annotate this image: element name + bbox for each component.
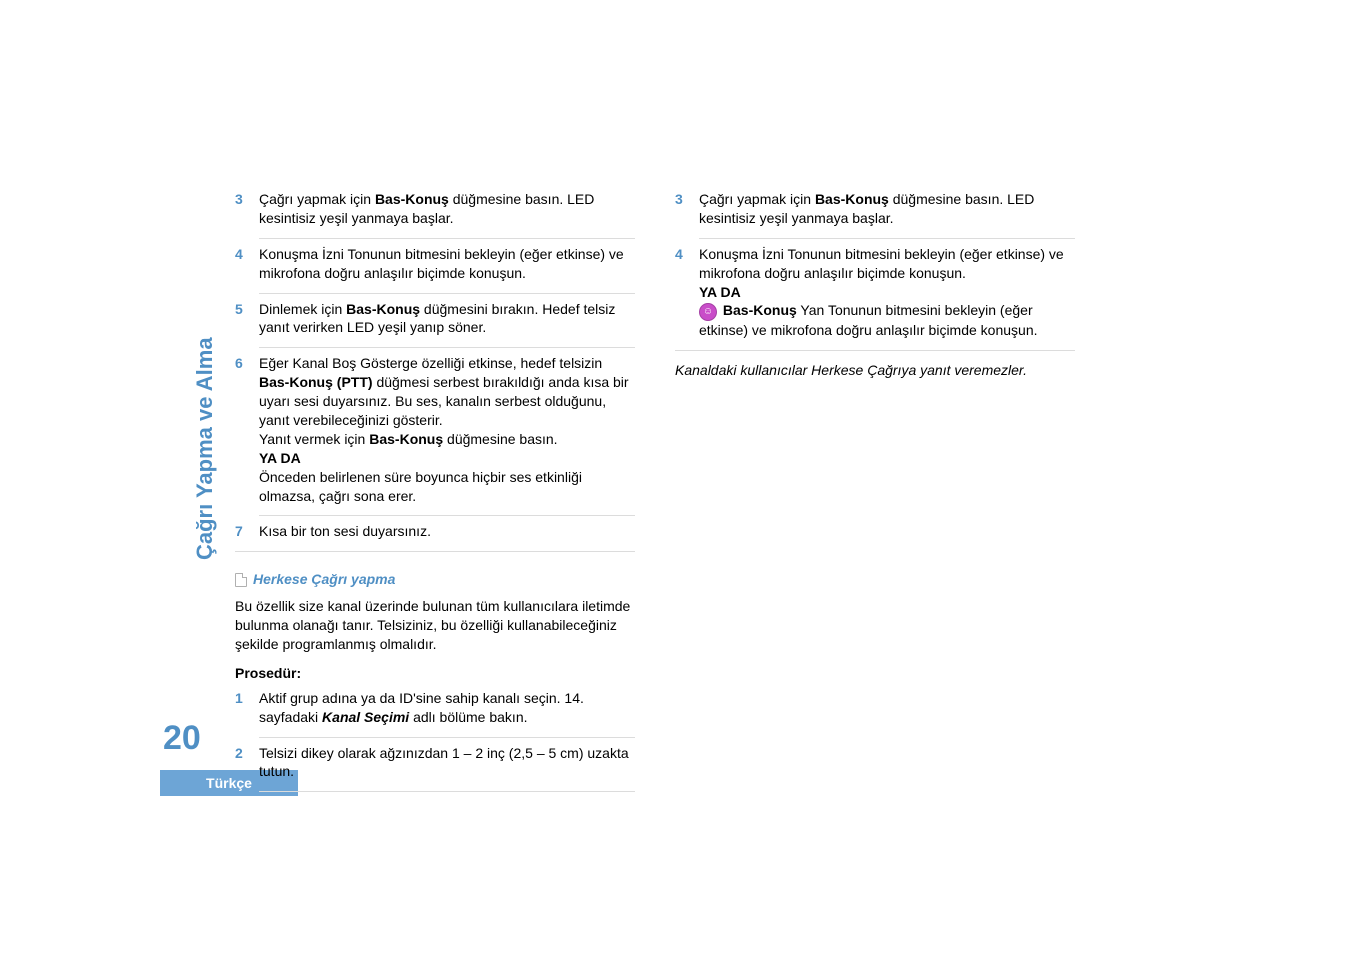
separator [259, 737, 635, 738]
step-text: Aktif grup adına ya da ID'sine sahip kan… [259, 689, 635, 727]
bold: Bas-Konuş [369, 431, 443, 447]
separator [259, 293, 635, 294]
procedure-label: Prosedür: [235, 664, 635, 683]
step-text: Çağrı yapmak için Bas-Konuş düğmesine ba… [259, 190, 635, 228]
separator [259, 515, 635, 516]
step-text: Çağrı yapmak için Bas-Konuş düğmesine ba… [699, 190, 1075, 228]
step-number: 5 [235, 300, 249, 338]
bold: Bas-Konuş [375, 191, 449, 207]
document-page: Çağrı Yapma ve Alma 20 Türkçe 3 Çağrı ya… [0, 0, 1351, 954]
step-4-right: 4 Konuşma İzni Tonunun bitmesini bekleyi… [675, 245, 1075, 340]
separator [699, 238, 1075, 239]
step-text: Kısa bir ton sesi duyarsınız. [259, 522, 635, 541]
separator [259, 238, 635, 239]
content-columns: 3 Çağrı yapmak için Bas-Konuş düğmesine … [235, 190, 1115, 798]
step-text: Konuşma İzni Tonunun bitmesini bekleyin … [259, 245, 635, 283]
step-number: 3 [675, 190, 689, 228]
step-text: Telsizi dikey olarak ağzınızdan 1 – 2 in… [259, 744, 635, 782]
step-text: Dinlemek için Bas-Konuş düğmesini bırakı… [259, 300, 635, 338]
text: Yanıt vermek için [259, 431, 369, 447]
subheading-text: Herkese Çağrı yapma [253, 570, 395, 589]
bold: Bas-Konuş (PTT) [259, 374, 373, 390]
ital-bold: Kanal Seçimi [322, 709, 409, 725]
text: Eğer Kanal Boş Gösterge özelliği etkinse… [259, 355, 602, 371]
proc-step-2: 2 Telsizi dikey olarak ağzınızdan 1 – 2 … [235, 744, 635, 782]
text: adlı bölüme bakın. [409, 709, 527, 725]
separator [259, 791, 635, 792]
sidebar-section-title: Çağrı Yapma ve Alma [190, 337, 220, 560]
step-number: 3 [235, 190, 249, 228]
page-icon [235, 573, 247, 587]
left-column: 3 Çağrı yapmak için Bas-Konuş düğmesine … [235, 190, 635, 798]
separator [675, 350, 1075, 351]
text: Konuşma İzni Tonunun bitmesini bekleyin … [699, 246, 1064, 281]
step-number: 6 [235, 354, 249, 505]
page-number: 20 [163, 716, 201, 762]
or-label: YA DA [699, 284, 741, 300]
step-number: 1 [235, 689, 249, 727]
step-number: 7 [235, 522, 249, 541]
subheading-all-call: Herkese Çağrı yapma [235, 570, 635, 589]
right-column: 3 Çağrı yapmak için Bas-Konuş düğmesine … [675, 190, 1075, 798]
text: Dinlemek için [259, 301, 346, 317]
step-number: 4 [235, 245, 249, 283]
bold: Bas-Konuş [723, 302, 797, 318]
smile-icon: ☺ [699, 303, 717, 321]
subheading-desc: Bu özellik size kanal üzerinde bulunan t… [235, 597, 635, 654]
separator [259, 347, 635, 348]
step-number: 2 [235, 744, 249, 782]
text: Çağrı yapmak için [699, 191, 815, 207]
step-text: Konuşma İzni Tonunun bitmesini bekleyin … [699, 245, 1075, 340]
bold: Bas-Konuş [346, 301, 420, 317]
step-7: 7 Kısa bir ton sesi duyarsınız. [235, 522, 635, 541]
step-6: 6 Eğer Kanal Boş Gösterge özelliği etkin… [235, 354, 635, 505]
proc-step-1: 1 Aktif grup adına ya da ID'sine sahip k… [235, 689, 635, 727]
step-3: 3 Çağrı yapmak için Bas-Konuş düğmesine … [235, 190, 635, 228]
step-number: 4 [675, 245, 689, 340]
step-text: Eğer Kanal Boş Gösterge özelliği etkinse… [259, 354, 635, 505]
separator [235, 551, 635, 552]
step-5: 5 Dinlemek için Bas-Konuş düğmesini bıra… [235, 300, 635, 338]
step-3-right: 3 Çağrı yapmak için Bas-Konuş düğmesine … [675, 190, 1075, 228]
text: düğmesine basın. [443, 431, 557, 447]
bold: Bas-Konuş [815, 191, 889, 207]
or-label: YA DA [259, 450, 301, 466]
text: Çağrı yapmak için [259, 191, 375, 207]
step-4: 4 Konuşma İzni Tonunun bitmesini bekleyi… [235, 245, 635, 283]
text: Önceden belirlenen süre boyunca hiçbir s… [259, 469, 582, 504]
note-text: Kanaldaki kullanıcılar Herkese Çağrıya y… [675, 361, 1075, 380]
